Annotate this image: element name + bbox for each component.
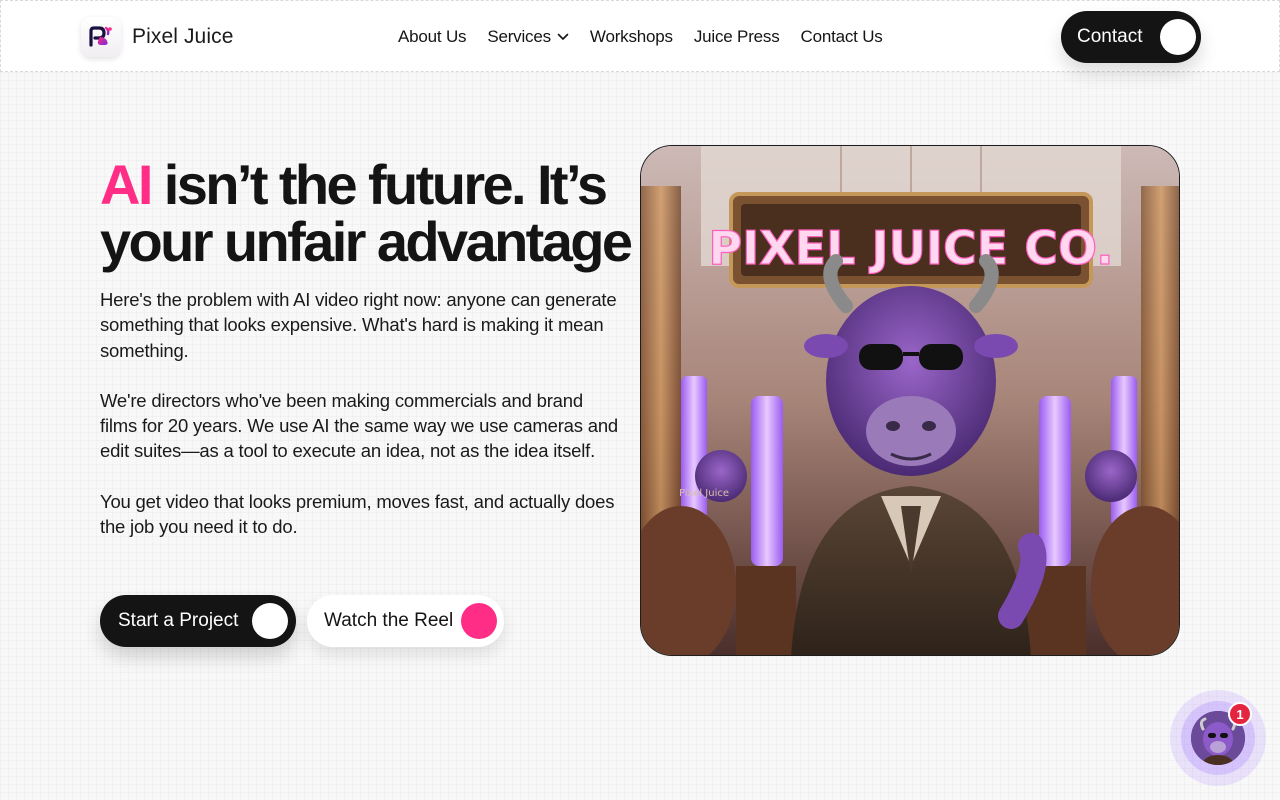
hero-paragraph: You get video that looks premium, moves …: [100, 490, 615, 538]
site-header: Pixel Juice About Us Services Workshops …: [0, 0, 1280, 72]
nav-item-label: Juice Press: [693, 27, 780, 46]
hero-cta-row: Start a Project Watch the Reel: [100, 595, 504, 647]
watch-reel-label: Watch the Reel: [324, 610, 454, 631]
nav-item-contact-us[interactable]: Contact Us: [801, 27, 883, 47]
hero-headline: AI isn’t the future. It’s your unfair ad…: [100, 156, 640, 270]
nav-item-label: Services: [487, 27, 551, 46]
main-nav: About Us Services Workshops Juice Press …: [398, 27, 883, 47]
pixel-juice-logo-icon: [81, 17, 121, 57]
nav-item-services[interactable]: Services: [487, 27, 569, 47]
nav-item-about-us[interactable]: About Us: [398, 27, 467, 47]
jacket-patch-text: Pixel Juice: [679, 488, 729, 499]
brand[interactable]: Pixel Juice: [81, 17, 233, 57]
chat-widget-button[interactable]: 1: [1170, 690, 1266, 786]
hero-illustration: PIXEL JUICE CO. Pixel Juice: [641, 146, 1179, 655]
nav-item-label: About Us: [398, 27, 467, 46]
nav-item-label: Contact Us: [800, 27, 883, 46]
button-circle-icon: [461, 603, 497, 639]
button-circle-icon: [1160, 19, 1196, 55]
contact-button-label: Contact: [1077, 26, 1143, 47]
hero-image: PIXEL JUICE CO. Pixel Juice: [640, 145, 1180, 656]
button-circle-icon: [252, 603, 288, 639]
nav-item-label: Workshops: [589, 27, 673, 46]
nav-item-workshops[interactable]: Workshops: [590, 27, 673, 47]
nav-item-juice-press[interactable]: Juice Press: [694, 27, 780, 47]
sign-text: PIXEL JUICE CO.: [708, 221, 1113, 275]
start-project-label: Start a Project: [118, 610, 239, 631]
brand-name: Pixel Juice: [132, 25, 234, 48]
contact-button[interactable]: Contact: [1061, 11, 1201, 63]
notification-badge: 1: [1228, 702, 1252, 726]
start-project-button[interactable]: Start a Project: [100, 595, 296, 647]
watch-reel-button[interactable]: Watch the Reel: [307, 595, 504, 647]
hero-paragraph: We're directors who've been making comme…: [100, 389, 619, 462]
headline-accent: AI: [100, 153, 153, 216]
hero-body: Here's the problem with AI video right n…: [100, 287, 620, 564]
chevron-down-icon: [557, 33, 569, 41]
headline-rest: isn’t the future. It’s your unfair advan…: [100, 153, 633, 273]
hero-paragraph: Here's the problem with AI video right n…: [100, 289, 617, 361]
